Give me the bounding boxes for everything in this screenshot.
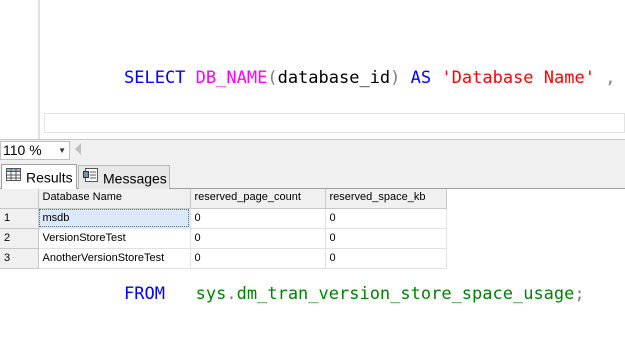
table-row: 1 msdb 0 0 xyxy=(0,208,447,229)
code-line-4: FROM sys.dm_tran_version_store_space_usa… xyxy=(124,282,615,306)
grid-cell[interactable]: 0 xyxy=(190,228,326,249)
column-header[interactable]: reserved_page_count xyxy=(190,189,326,209)
grid-cell[interactable]: msdb xyxy=(38,208,191,229)
grid-cell[interactable]: 0 xyxy=(190,208,326,229)
paren-open: ( xyxy=(267,68,278,88)
semicolon: ; xyxy=(574,284,585,304)
schema-sys: sys xyxy=(195,284,227,304)
column-header[interactable]: reserved_space_kb xyxy=(325,189,447,209)
comma: , xyxy=(605,68,616,88)
messages-icon xyxy=(83,166,98,188)
dot: . xyxy=(226,284,237,304)
tab-messages-label: Messages xyxy=(103,170,167,187)
code-line-1: SELECT DB_NAME(database_id) AS 'Database… xyxy=(124,66,615,90)
keyword-as: AS xyxy=(410,68,432,88)
grid-cell[interactable]: 0 xyxy=(190,248,326,269)
query-editor[interactable]: SELECT DB_NAME(database_id) AS 'Database… xyxy=(0,0,625,304)
keyword-select: SELECT xyxy=(124,68,186,88)
editor-gutter xyxy=(0,0,38,139)
scroll-left-arrow-icon[interactable] xyxy=(75,143,81,155)
horizontal-scrollbar[interactable] xyxy=(86,141,625,160)
grid-icon xyxy=(6,165,21,187)
grid-corner-cell[interactable] xyxy=(0,189,39,209)
grid-cell[interactable]: AnotherVersionStoreTest xyxy=(38,248,191,269)
grid-cell[interactable]: 0 xyxy=(325,228,447,249)
grid-cell[interactable]: 0 xyxy=(325,208,447,229)
paren-close: ) xyxy=(390,68,401,88)
row-number[interactable]: 3 xyxy=(0,248,39,269)
editor-status-strip: 110 % ▼ xyxy=(0,139,625,161)
results-grid: Database Name reserved_page_count reserv… xyxy=(0,189,447,269)
string-literal: 'Database Name' xyxy=(441,68,595,88)
results-tab-bar: Results Messages xyxy=(0,161,625,189)
dropdown-arrow-icon[interactable]: ▼ xyxy=(58,142,66,159)
editor-margin-line xyxy=(38,0,40,139)
grid-cell[interactable]: VersionStoreTest xyxy=(38,228,191,249)
tab-messages[interactable]: Messages xyxy=(78,165,170,189)
row-number[interactable]: 2 xyxy=(0,228,39,249)
arg-database-id: database_id xyxy=(277,68,391,88)
zoom-dropdown[interactable]: 110 % ▼ xyxy=(0,141,70,160)
row-number[interactable]: 1 xyxy=(0,208,39,229)
tab-results[interactable]: Results xyxy=(1,164,77,189)
keyword-from: FROM xyxy=(124,284,165,304)
grid-header-row: Database Name reserved_page_count reserv… xyxy=(0,189,447,209)
current-line-highlight xyxy=(44,113,625,133)
zoom-value: 110 % xyxy=(3,142,42,158)
table-row: 2 VersionStoreTest 0 0 xyxy=(0,228,447,249)
results-grid-area: Database Name reserved_page_count reserv… xyxy=(0,189,625,276)
function-db-name: DB_NAME xyxy=(195,68,268,88)
view-name: dm_tran_version_store_space_usage xyxy=(236,284,575,304)
grid-cell[interactable]: 0 xyxy=(325,248,447,269)
tab-results-label: Results xyxy=(26,169,73,186)
column-header[interactable]: Database Name xyxy=(38,189,191,209)
table-row: 3 AnotherVersionStoreTest 0 0 xyxy=(0,248,447,269)
